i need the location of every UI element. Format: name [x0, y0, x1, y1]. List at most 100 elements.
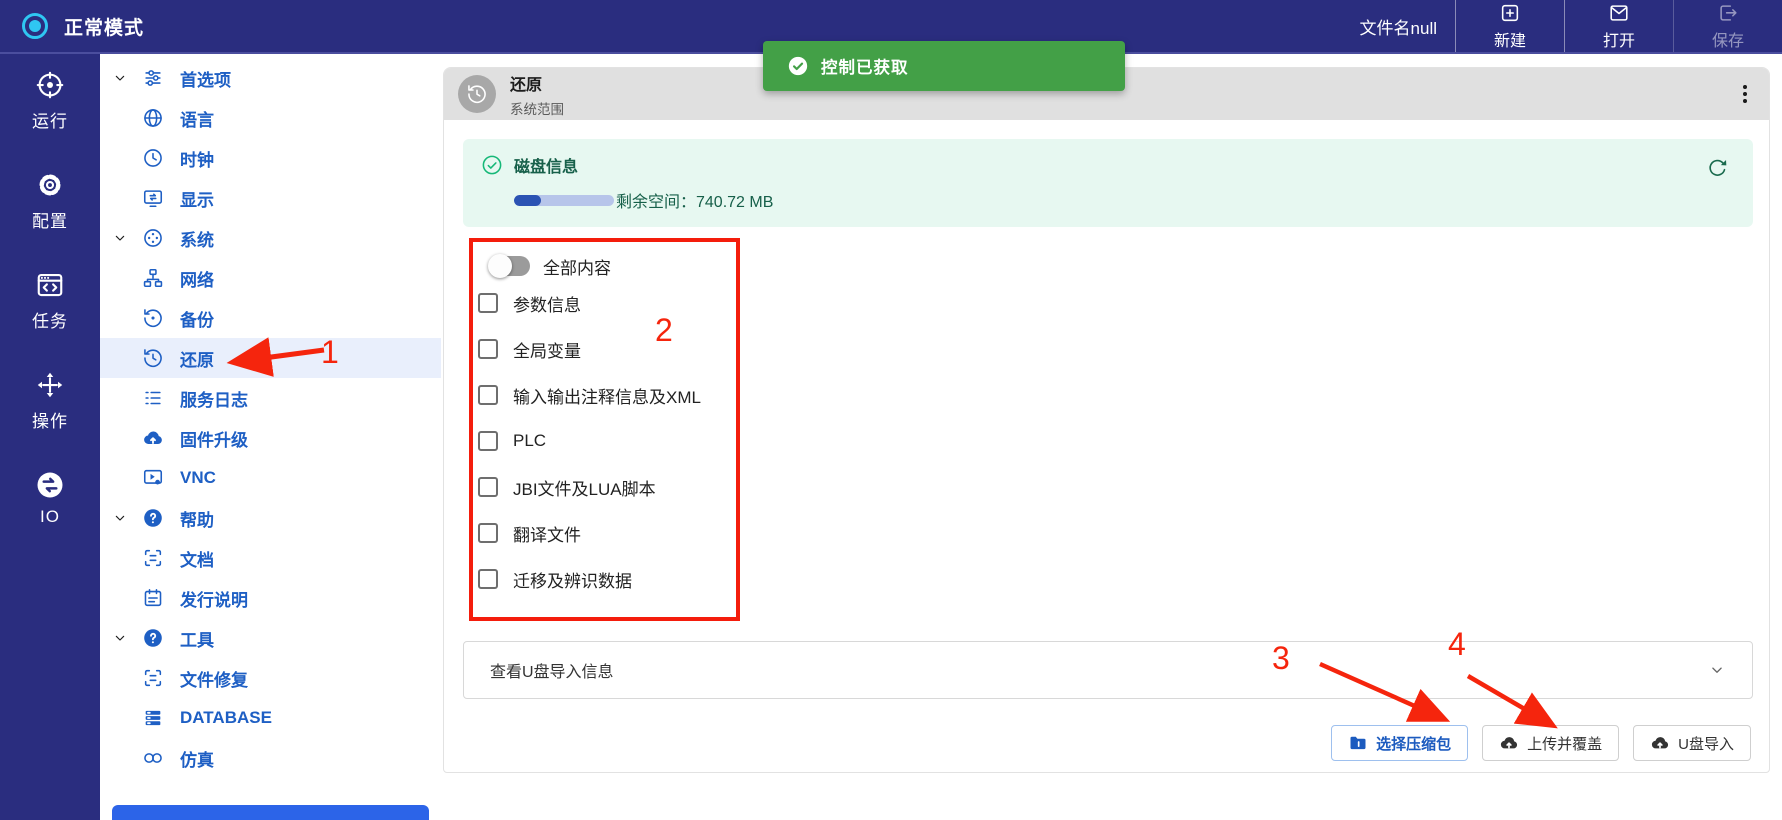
checkbox-jbi-lua[interactable]	[478, 477, 498, 497]
mode-status-icon	[22, 13, 48, 39]
menu-item-restore[interactable]: 还原	[100, 338, 441, 378]
new-button-label: 新建	[1494, 27, 1526, 51]
checkbox-label: 翻译文件	[513, 521, 581, 546]
menu-item-label: 帮助	[180, 506, 214, 531]
checkbox-global-vars[interactable]	[478, 339, 498, 359]
gear-icon	[35, 170, 65, 200]
menu-item-label: DATABASE	[180, 708, 272, 728]
menu-item-docs[interactable]: 文档	[100, 538, 441, 578]
checkbox-translation[interactable]	[478, 523, 498, 543]
checkbox-migration-ident[interactable]	[478, 569, 498, 589]
menu-item-label: 还原	[180, 346, 214, 371]
menu-item-label: 网络	[180, 266, 214, 291]
chevron-down-icon	[1708, 661, 1726, 679]
sidebar-footer-button[interactable]	[112, 805, 429, 820]
menu-item-help[interactable]: 帮助	[100, 498, 441, 538]
save-button[interactable]: 保存	[1673, 0, 1782, 52]
menu-item-label: 发行说明	[180, 586, 248, 611]
nav-rail: 运行 配置 任务 操作 IO	[0, 54, 100, 820]
usb-import-button-label: U盘导入	[1678, 733, 1734, 754]
app-root: 正常模式 文件名null 新建 打开 保存 运行 配置	[0, 0, 1782, 820]
menu-item-display[interactable]: 显示	[100, 178, 441, 218]
menu-item-vnc[interactable]: VNC	[100, 458, 441, 498]
rail-item-run[interactable]: 运行	[32, 70, 68, 132]
menu-item-network[interactable]: 网络	[100, 258, 441, 298]
open-button[interactable]: 打开	[1564, 0, 1673, 52]
io-exchange-icon	[35, 470, 65, 500]
menu-item-label: 显示	[180, 186, 214, 211]
filename-label: 文件名null	[1360, 14, 1437, 39]
menu-item-label: 备份	[180, 306, 214, 331]
display-icon	[142, 187, 164, 209]
panel-title: 还原	[510, 71, 564, 95]
check-circle-icon	[481, 154, 503, 176]
all-content-row: 全部内容	[490, 254, 736, 278]
menu-item-release-notes[interactable]: 发行说明	[100, 578, 441, 618]
checkbox-params[interactable]	[478, 293, 498, 313]
rail-item-task[interactable]: 任务	[32, 270, 68, 332]
clock-icon	[142, 147, 164, 169]
checkbox-row: 迁移及辨识数据	[476, 569, 736, 589]
restore-history-icon	[466, 83, 488, 105]
kebab-menu-icon[interactable]	[1739, 81, 1751, 107]
checkbox-plc[interactable]	[478, 431, 498, 451]
menu-item-tools[interactable]: 工具	[100, 618, 441, 658]
rail-item-config[interactable]: 配置	[32, 170, 68, 232]
menu-item-file-repair[interactable]: 文件修复	[100, 658, 441, 698]
restore-history-icon	[142, 347, 164, 369]
footer-button-row: 选择压缩包 上传并覆盖 U盘导入	[1331, 725, 1751, 761]
move-arrows-icon	[35, 370, 65, 400]
checkbox-row: 翻译文件	[476, 523, 736, 543]
doc-scan-icon	[142, 547, 164, 569]
menu-item-firmware-upgrade[interactable]: 固件升级	[100, 418, 441, 458]
menu-item-label: 服务日志	[180, 386, 248, 411]
brand: 正常模式	[0, 13, 144, 40]
menu-item-label: 文档	[180, 546, 214, 571]
disk-info-panel: 磁盘信息 剩余空间：740.72 MB	[463, 139, 1753, 227]
panel-header-text: 还原 系统范围	[510, 71, 564, 118]
menu-item-label: 时钟	[180, 146, 214, 171]
menu-item-label: 首选项	[180, 66, 231, 91]
sliders-icon	[142, 67, 164, 89]
menu-item-database[interactable]: DATABASE	[100, 698, 441, 738]
usb-import-button[interactable]: U盘导入	[1633, 725, 1751, 761]
checkbox-io-comments-xml[interactable]	[478, 385, 498, 405]
upload-overwrite-button[interactable]: 上传并覆盖	[1482, 725, 1619, 761]
menu-item-label: 固件升级	[180, 426, 248, 451]
file-plus-icon	[1499, 2, 1521, 24]
rail-item-operate-label: 操作	[32, 407, 68, 432]
help-circle-icon	[142, 507, 164, 529]
menu-item-system[interactable]: 系统	[100, 218, 441, 258]
disk-info-title: 磁盘信息	[514, 153, 578, 177]
rail-item-operate[interactable]: 操作	[32, 370, 68, 432]
link-infinity-icon	[142, 747, 164, 769]
checkbox-label: 迁移及辨识数据	[513, 567, 632, 592]
log-list-icon	[142, 387, 164, 409]
select-archive-button-label: 选择压缩包	[1376, 733, 1451, 754]
menu-item-backup[interactable]: 备份	[100, 298, 441, 338]
select-archive-button[interactable]: 选择压缩包	[1331, 725, 1468, 761]
vnc-screen-icon	[142, 467, 164, 489]
menu-item-preferences[interactable]: 首选项	[100, 58, 441, 98]
usb-import-accordion[interactable]: 查看U盘导入信息	[463, 641, 1753, 699]
network-icon	[142, 267, 164, 289]
all-content-toggle[interactable]	[490, 256, 530, 276]
chevron-down-icon	[112, 70, 128, 86]
checkbox-label: 输入输出注释信息及XML	[513, 383, 701, 408]
rail-item-io-label: IO	[40, 507, 60, 527]
cloud-upload-icon	[1650, 733, 1670, 753]
menu-item-clock[interactable]: 时钟	[100, 138, 441, 178]
rail-item-io[interactable]: IO	[35, 470, 65, 527]
menu-item-simulation[interactable]: 仿真	[100, 738, 441, 778]
open-button-label: 打开	[1603, 27, 1635, 51]
checkbox-row: 输入输出注释信息及XML	[476, 385, 736, 405]
menu-item-service-log[interactable]: 服务日志	[100, 378, 441, 418]
menu-item-language[interactable]: 语言	[100, 98, 441, 138]
database-list-icon	[142, 707, 164, 729]
usb-import-accordion-label: 查看U盘导入信息	[490, 658, 614, 682]
panel-avatar	[458, 75, 496, 113]
new-button[interactable]: 新建	[1455, 0, 1564, 52]
doc-scan-icon	[142, 667, 164, 689]
refresh-icon[interactable]	[1706, 157, 1729, 180]
disk-remaining-label: 剩余空间：740.72 MB	[616, 188, 773, 212]
